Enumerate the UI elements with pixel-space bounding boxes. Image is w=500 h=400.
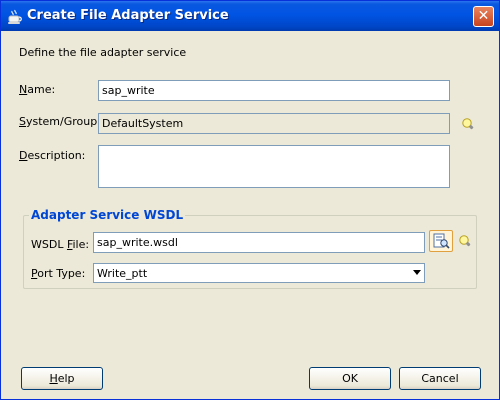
description-label: Description: <box>19 149 86 162</box>
wsdl-file-value: sap_write.wsdl <box>97 236 178 249</box>
name-label: Name: <box>19 83 56 96</box>
cancel-button[interactable]: Cancel <box>399 367 481 390</box>
system-group-label: System/Group: <box>19 115 101 128</box>
title-bar[interactable]: Create File Adapter Service ✕ <box>1 1 499 31</box>
name-field[interactable]: sap_write <box>98 80 450 101</box>
port-type-label: Port Type: <box>31 267 86 280</box>
coffee-cup-icon <box>8 9 22 24</box>
description-field[interactable] <box>98 145 450 188</box>
window-title: Create File Adapter Service <box>27 8 229 23</box>
browse-wsdl-button[interactable] <box>429 230 453 252</box>
adapter-service-wsdl-title: Adapter Service WSDL <box>29 208 186 222</box>
name-value: sap_write <box>102 84 155 97</box>
close-icon: ✕ <box>477 8 490 24</box>
wsdl-file-field[interactable]: sap_write.wsdl <box>93 232 425 253</box>
wsdl-file-label: WSDL File: <box>31 238 90 251</box>
lightbulb-icon[interactable] <box>461 117 475 131</box>
port-type-select[interactable]: Write_ptt <box>93 263 425 283</box>
port-type-value: Write_ptt <box>97 267 148 280</box>
create-file-adapter-dialog: Create File Adapter Service ✕ Define the… <box>0 0 500 400</box>
intro-text: Define the file adapter service <box>19 46 187 59</box>
chevron-down-icon <box>413 270 421 275</box>
browse-wsdl-icon <box>433 233 450 249</box>
lightbulb-icon[interactable] <box>458 234 472 248</box>
system-group-value: DefaultSystem <box>102 117 184 130</box>
close-button[interactable]: ✕ <box>473 6 494 27</box>
system-group-field[interactable]: DefaultSystem <box>98 113 450 134</box>
ok-button[interactable]: OK <box>309 367 391 390</box>
help-button[interactable]: Help <box>21 367 103 390</box>
